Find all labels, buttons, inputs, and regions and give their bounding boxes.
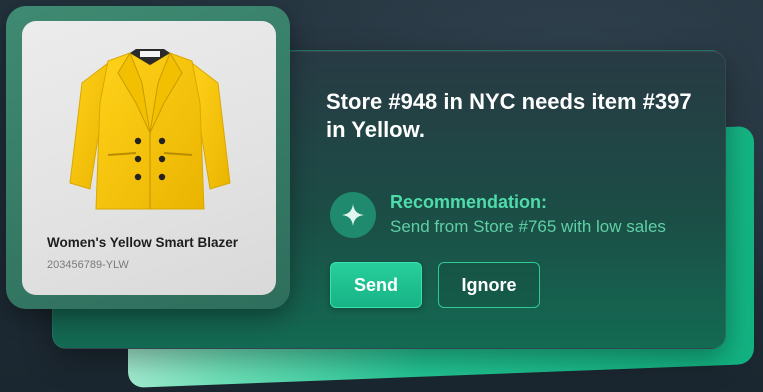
yellow-blazer-image <box>69 49 231 210</box>
product-card[interactable]: Women's Yellow Smart Blazer 203456789-YL… <box>22 21 276 295</box>
notification-headline: Store #948 in NYC needs item #397 in Yel… <box>326 89 692 142</box>
sparkle-icon <box>330 192 376 238</box>
send-button[interactable]: Send <box>330 262 422 308</box>
product-name: Women's Yellow Smart Blazer <box>47 235 239 250</box>
product-sku: 203456789-YLW <box>47 259 129 271</box>
ignore-button[interactable]: Ignore <box>438 262 540 308</box>
recommendation-text: Send from Store #765 with low sales <box>390 217 666 236</box>
recommendation-title: Recommendation: <box>390 192 548 212</box>
